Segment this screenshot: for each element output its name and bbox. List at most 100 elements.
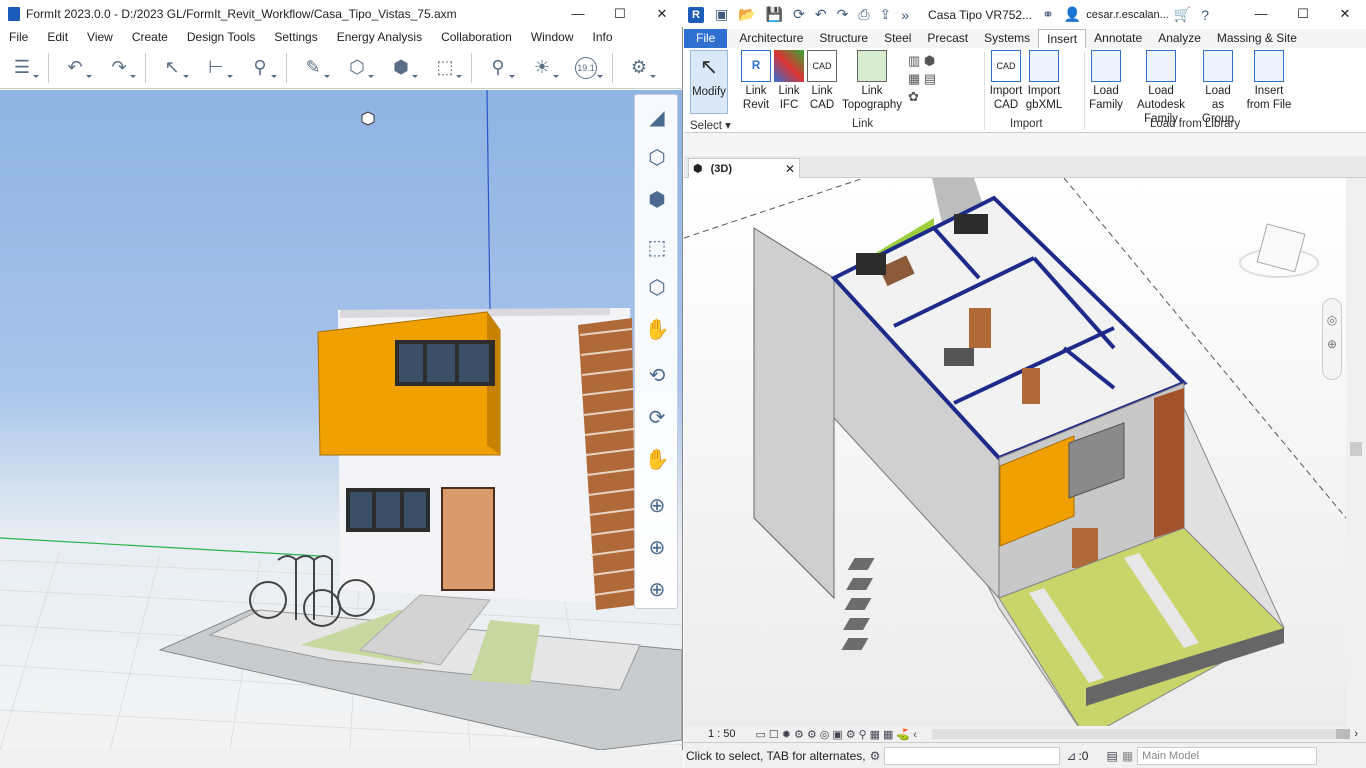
tools-icon[interactable]: ⬢ [384, 52, 418, 84]
steering-wheel-icon[interactable]: ◎ [1323, 313, 1341, 327]
save-icon[interactable]: 💾 [766, 6, 783, 23]
link-cad-button[interactable]: CAD Link CAD [806, 50, 838, 112]
vertical-scrollbar[interactable] [1346, 178, 1366, 726]
menu-view[interactable]: View [78, 30, 123, 44]
viewcube[interactable] [1239, 218, 1319, 298]
editable-only-icon[interactable]: ▦ [1122, 749, 1133, 763]
orbit-icon[interactable]: ⟲ [641, 359, 673, 391]
horizontal-scrollbar[interactable] [931, 729, 1350, 739]
level-icon[interactable]: 19.1 [569, 52, 603, 84]
sun-icon[interactable]: ☀ [525, 52, 559, 84]
view-tab-3d[interactable]: ⬢ (3D) ✕ [688, 158, 800, 178]
menu-create[interactable]: Create [123, 30, 178, 44]
revit-3d-view[interactable]: ◎ ⊕ [684, 178, 1346, 726]
design-options-icon[interactable]: ▤ [1106, 749, 1117, 763]
menu-info[interactable]: Info [584, 30, 623, 44]
tab-precast[interactable]: Precast [919, 29, 976, 48]
menu-settings[interactable]: Settings [265, 30, 327, 44]
tab-insert[interactable]: Insert [1038, 29, 1087, 48]
insert-from-file-button[interactable]: Insert from File [1244, 50, 1294, 112]
binoculars-icon[interactable]: ⚭ [1042, 6, 1054, 23]
manage-links-icon[interactable]: ▤ [924, 71, 936, 86]
draw-icon[interactable]: ✎ [296, 52, 330, 84]
tab-structure[interactable]: Structure [811, 29, 876, 48]
tab-file[interactable]: File [684, 29, 728, 48]
menu-energy-analysis[interactable]: Energy Analysis [328, 30, 432, 44]
point-cloud-icon[interactable]: ⬢ [924, 53, 935, 68]
open-folder-icon[interactable]: 📂 [738, 6, 755, 23]
tab-annotate[interactable]: Annotate [1086, 29, 1150, 48]
tab-systems[interactable]: Systems [976, 29, 1038, 48]
close-button[interactable]: ✕ [1324, 0, 1366, 27]
model-dropdown[interactable]: Main Model [1137, 746, 1318, 765]
user-name[interactable]: cesar.r.escalan... [1086, 9, 1169, 21]
user-icon[interactable]: 👤 [1064, 6, 1081, 23]
undo-icon[interactable]: ↶ [815, 6, 827, 23]
measure-icon[interactable]: ⊢ [199, 52, 233, 84]
close-button[interactable]: ✕ [641, 0, 683, 27]
more-icon[interactable]: » [901, 7, 909, 23]
export-icon[interactable]: ⇪ [880, 6, 892, 23]
undo-icon[interactable]: ↶ [58, 52, 92, 84]
revit-logo-icon[interactable]: R [688, 6, 704, 23]
cart-icon[interactable]: 🛒 [1174, 6, 1191, 23]
link-revit-button[interactable]: R Link Revit [736, 50, 776, 112]
menu-window[interactable]: Window [522, 30, 584, 44]
zoom-selected-icon[interactable]: ⊕ [641, 573, 673, 605]
load-autodesk-family-button[interactable]: Load Autodesk Family [1124, 50, 1198, 126]
redo-icon[interactable]: ↷ [837, 6, 849, 23]
link-topography-button[interactable]: Link Topography [840, 50, 904, 112]
formit-3d-viewport[interactable] [0, 90, 682, 750]
modify-button[interactable]: ↖ Modify [690, 50, 728, 114]
pan-icon[interactable]: ✋ [641, 443, 673, 475]
view-controls-icons[interactable]: ▭☐✹⚙⚙◎▣⚙⚲▦▦⛳‹ [756, 728, 920, 741]
close-view-icon[interactable]: ✕ [785, 162, 795, 176]
tab-analyze[interactable]: Analyze [1150, 29, 1209, 48]
coordination-icon[interactable]: ▦ [908, 71, 920, 86]
scroll-right-icon[interactable]: › [1354, 728, 1358, 740]
select-icon[interactable]: ↖ [155, 52, 189, 84]
zoom-region-icon[interactable]: ⊕ [1323, 337, 1341, 351]
select-group-label[interactable]: Select ▾ [690, 118, 731, 132]
open-icon[interactable]: ▣ [715, 6, 728, 23]
tab-architecture[interactable]: Architecture [731, 29, 811, 48]
menu-file[interactable]: File [0, 30, 38, 44]
menu-edit[interactable]: Edit [38, 30, 78, 44]
print-icon[interactable]: ⎙ [858, 6, 869, 23]
layers-icon[interactable]: ☰ [5, 52, 39, 84]
filter-icon[interactable]: ⊿ [1066, 749, 1076, 763]
view-scale[interactable]: 1 : 50 [708, 728, 736, 740]
cube-iso-icon[interactable]: ⬢ [641, 183, 673, 215]
menu-design-tools[interactable]: Design Tools [178, 30, 265, 44]
decal-icon[interactable]: ▥ [908, 53, 920, 68]
maximize-button[interactable]: ☐ [1282, 0, 1324, 27]
solid-icon[interactable]: ⬡ [340, 52, 374, 84]
workset-dropdown[interactable] [884, 746, 1061, 765]
walk-icon[interactable]: ✋ [641, 313, 673, 345]
menu-collaboration[interactable]: Collaboration [432, 30, 522, 44]
help-icon[interactable]: ? [1201, 7, 1209, 23]
minimize-button[interactable]: — [557, 0, 599, 27]
link-ifc-button[interactable]: Link IFC [774, 50, 804, 112]
cube-front-icon[interactable]: ⬡ [641, 141, 673, 173]
turntable-icon[interactable]: ⟳ [641, 401, 673, 433]
import-gbxml-button[interactable]: Import gbXML [1024, 50, 1064, 112]
settings-icon[interactable]: ⚙ [622, 52, 656, 84]
load-as-group-button[interactable]: Load as Group [1198, 50, 1238, 126]
group-icon[interactable]: ⬚ [428, 52, 462, 84]
redo-icon[interactable]: ↷ [102, 52, 136, 84]
maximize-button[interactable]: ☐ [599, 0, 641, 27]
worksets-icon[interactable]: ⚙ [870, 749, 881, 763]
tab-steel[interactable]: Steel [876, 29, 919, 48]
minimize-button[interactable]: — [1240, 0, 1282, 27]
location-icon[interactable]: ⚲ [481, 52, 515, 84]
image-icon[interactable]: ✿ [908, 89, 919, 104]
import-cad-button[interactable]: CAD Import CAD [986, 50, 1026, 112]
tab-massing-site[interactable]: Massing & Site [1209, 29, 1305, 48]
paint-icon[interactable]: ⚲ [243, 52, 277, 84]
zoom-window-icon[interactable]: ⊕ [641, 531, 673, 563]
load-family-button[interactable]: Load Family [1088, 50, 1124, 112]
sync-icon[interactable]: ⟳ [793, 6, 805, 23]
zoom-icon[interactable]: ⊕ [641, 489, 673, 521]
house-shading-icon[interactable]: ◢ [641, 101, 673, 133]
